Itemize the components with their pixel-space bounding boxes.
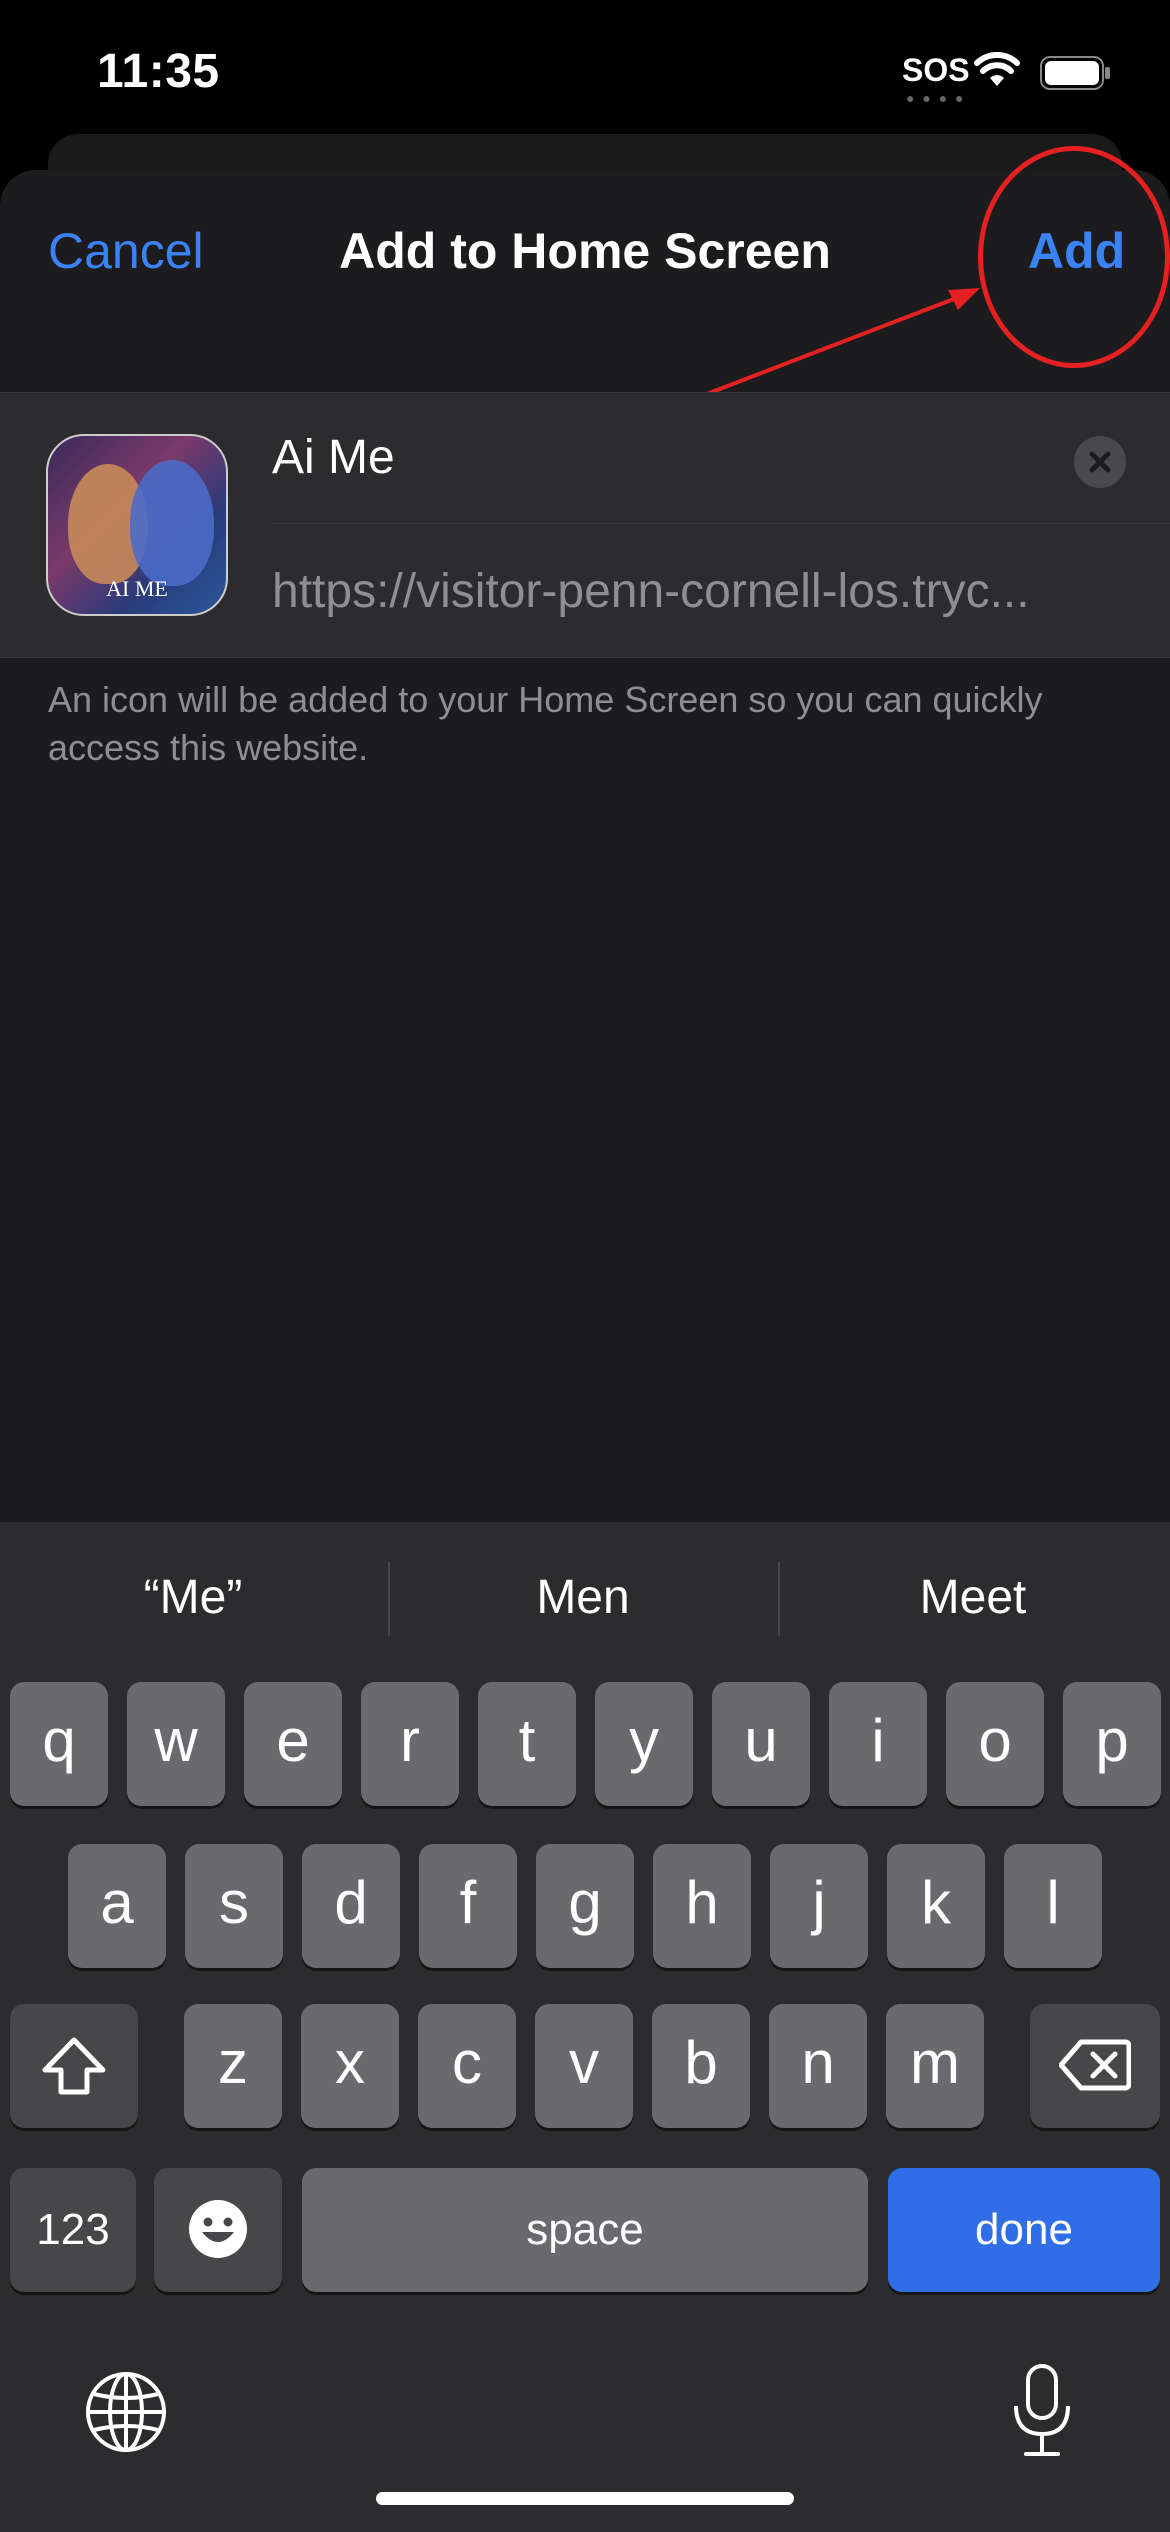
space-key[interactable]: space bbox=[302, 2168, 868, 2292]
key-i[interactable]: i bbox=[829, 1682, 927, 1806]
key-f[interactable]: f bbox=[419, 1844, 517, 1968]
home-indicator bbox=[376, 2492, 794, 2505]
shift-icon bbox=[42, 2037, 106, 2095]
key-k[interactable]: k bbox=[887, 1844, 985, 1968]
field-divider bbox=[272, 523, 1170, 524]
microphone-icon[interactable] bbox=[1010, 2362, 1074, 2462]
key-b[interactable]: b bbox=[652, 2004, 750, 2128]
key-c[interactable]: c bbox=[418, 2004, 516, 2128]
key-x[interactable]: x bbox=[301, 2004, 399, 2128]
helper-text: An icon will be added to your Home Scree… bbox=[48, 679, 1043, 768]
key-a[interactable]: a bbox=[68, 1844, 166, 1968]
key-y[interactable]: y bbox=[595, 1682, 693, 1806]
add-to-home-sheet bbox=[0, 170, 1170, 1530]
suggestion-1[interactable]: “Me” bbox=[0, 1570, 386, 1625]
url-field: https://visitor-penn-cornell-los.tryc... bbox=[272, 565, 1030, 618]
backspace-key[interactable] bbox=[1030, 2004, 1160, 2128]
key-r[interactable]: r bbox=[361, 1682, 459, 1806]
numbers-key[interactable]: 123 bbox=[10, 2168, 136, 2292]
key-z[interactable]: z bbox=[184, 2004, 282, 2128]
sos-indicator: SOS bbox=[902, 52, 970, 88]
status-bar: 11:35 SOS ● ● ● ● bbox=[0, 0, 1170, 140]
key-l[interactable]: l bbox=[1004, 1844, 1102, 1968]
key-d[interactable]: d bbox=[302, 1844, 400, 1968]
done-key[interactable]: done bbox=[888, 2168, 1160, 2292]
suggestion-2[interactable]: Men bbox=[390, 1570, 776, 1625]
globe-icon[interactable] bbox=[84, 2370, 168, 2454]
key-p[interactable]: p bbox=[1063, 1682, 1161, 1806]
key-u[interactable]: u bbox=[712, 1682, 810, 1806]
key-t[interactable]: t bbox=[478, 1682, 576, 1806]
app-icon: AI ME bbox=[46, 434, 228, 616]
name-input[interactable]: Ai Me bbox=[272, 430, 395, 485]
annotation-circle bbox=[978, 146, 1170, 368]
key-q[interactable]: q bbox=[10, 1682, 108, 1806]
wifi-icon bbox=[974, 52, 1020, 86]
key-j[interactable]: j bbox=[770, 1844, 868, 1968]
suggestion-3[interactable]: Meet bbox=[780, 1570, 1166, 1625]
backspace-icon bbox=[1058, 2039, 1132, 2091]
key-n[interactable]: n bbox=[769, 2004, 867, 2128]
battery-icon bbox=[1040, 56, 1110, 90]
close-icon bbox=[1089, 451, 1111, 473]
key-v[interactable]: v bbox=[535, 2004, 633, 2128]
emoji-key[interactable] bbox=[154, 2168, 282, 2292]
emoji-icon bbox=[189, 2200, 247, 2258]
key-o[interactable]: o bbox=[946, 1682, 1044, 1806]
key-m[interactable]: m bbox=[886, 2004, 984, 2128]
face-right bbox=[130, 460, 214, 586]
icon-label: AI ME bbox=[106, 576, 168, 601]
key-g[interactable]: g bbox=[536, 1844, 634, 1968]
clear-text-button[interactable] bbox=[1074, 436, 1126, 488]
status-time: 11:35 bbox=[97, 45, 220, 98]
signal-dots-icon: ● ● ● ● bbox=[906, 90, 966, 106]
key-s[interactable]: s bbox=[185, 1844, 283, 1968]
key-e[interactable]: e bbox=[244, 1682, 342, 1806]
key-w[interactable]: w bbox=[127, 1682, 225, 1806]
shift-key[interactable] bbox=[10, 2004, 138, 2128]
key-h[interactable]: h bbox=[653, 1844, 751, 1968]
